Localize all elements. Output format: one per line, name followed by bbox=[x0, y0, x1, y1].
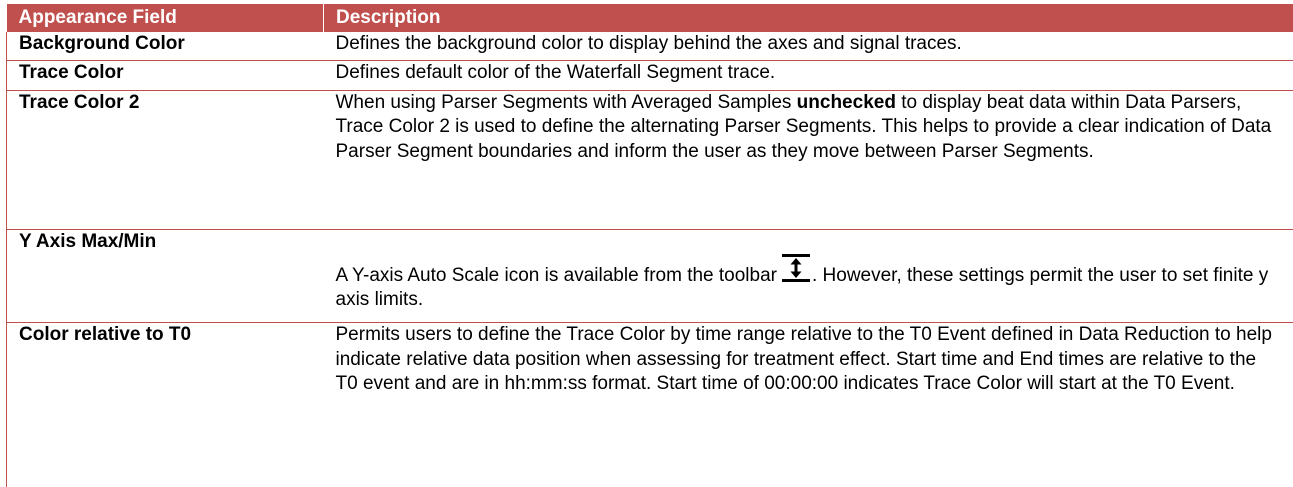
header-description: Description bbox=[323, 4, 1293, 32]
table-row: Color relative to T0 Permits users to de… bbox=[6, 322, 1293, 487]
field-description: A Y-axis Auto Scale icon is available fr… bbox=[323, 228, 1293, 323]
field-name: Background Color bbox=[6, 32, 324, 61]
field-description: Defines default color of the Waterfall S… bbox=[323, 59, 1293, 91]
emphasis-unchecked: unchecked bbox=[796, 91, 896, 113]
field-description: Permits users to define the Trace Color … bbox=[323, 322, 1293, 487]
field-description: When using Parser Segments with Averaged… bbox=[323, 89, 1293, 230]
table-header-row: Appearance Field Description bbox=[6, 4, 1293, 32]
table-row: Trace Color 2 When using Parser Segments… bbox=[6, 89, 1293, 230]
y-axis-auto-scale-icon bbox=[781, 253, 811, 283]
table-row: Y Axis Max/Min A Y-axis Auto Scale icon … bbox=[6, 228, 1293, 323]
field-name: Color relative to T0 bbox=[6, 322, 324, 487]
field-name: Y Axis Max/Min bbox=[6, 228, 324, 323]
field-name: Trace Color 2 bbox=[6, 89, 324, 230]
description-text: When using Parser Segments with Averaged… bbox=[335, 91, 797, 113]
header-appearance-field: Appearance Field bbox=[6, 4, 324, 32]
table-row: Background Color Defines the background … bbox=[6, 32, 1293, 61]
table-row: Trace Color Defines default color of the… bbox=[6, 59, 1293, 91]
field-description: Defines the background color to display … bbox=[335, 33, 962, 54]
appearance-fields-table: Appearance Field Description Background … bbox=[6, 4, 1293, 487]
field-name: Trace Color bbox=[6, 59, 324, 91]
description-text: A Y-axis Auto Scale icon is available fr… bbox=[335, 264, 777, 286]
